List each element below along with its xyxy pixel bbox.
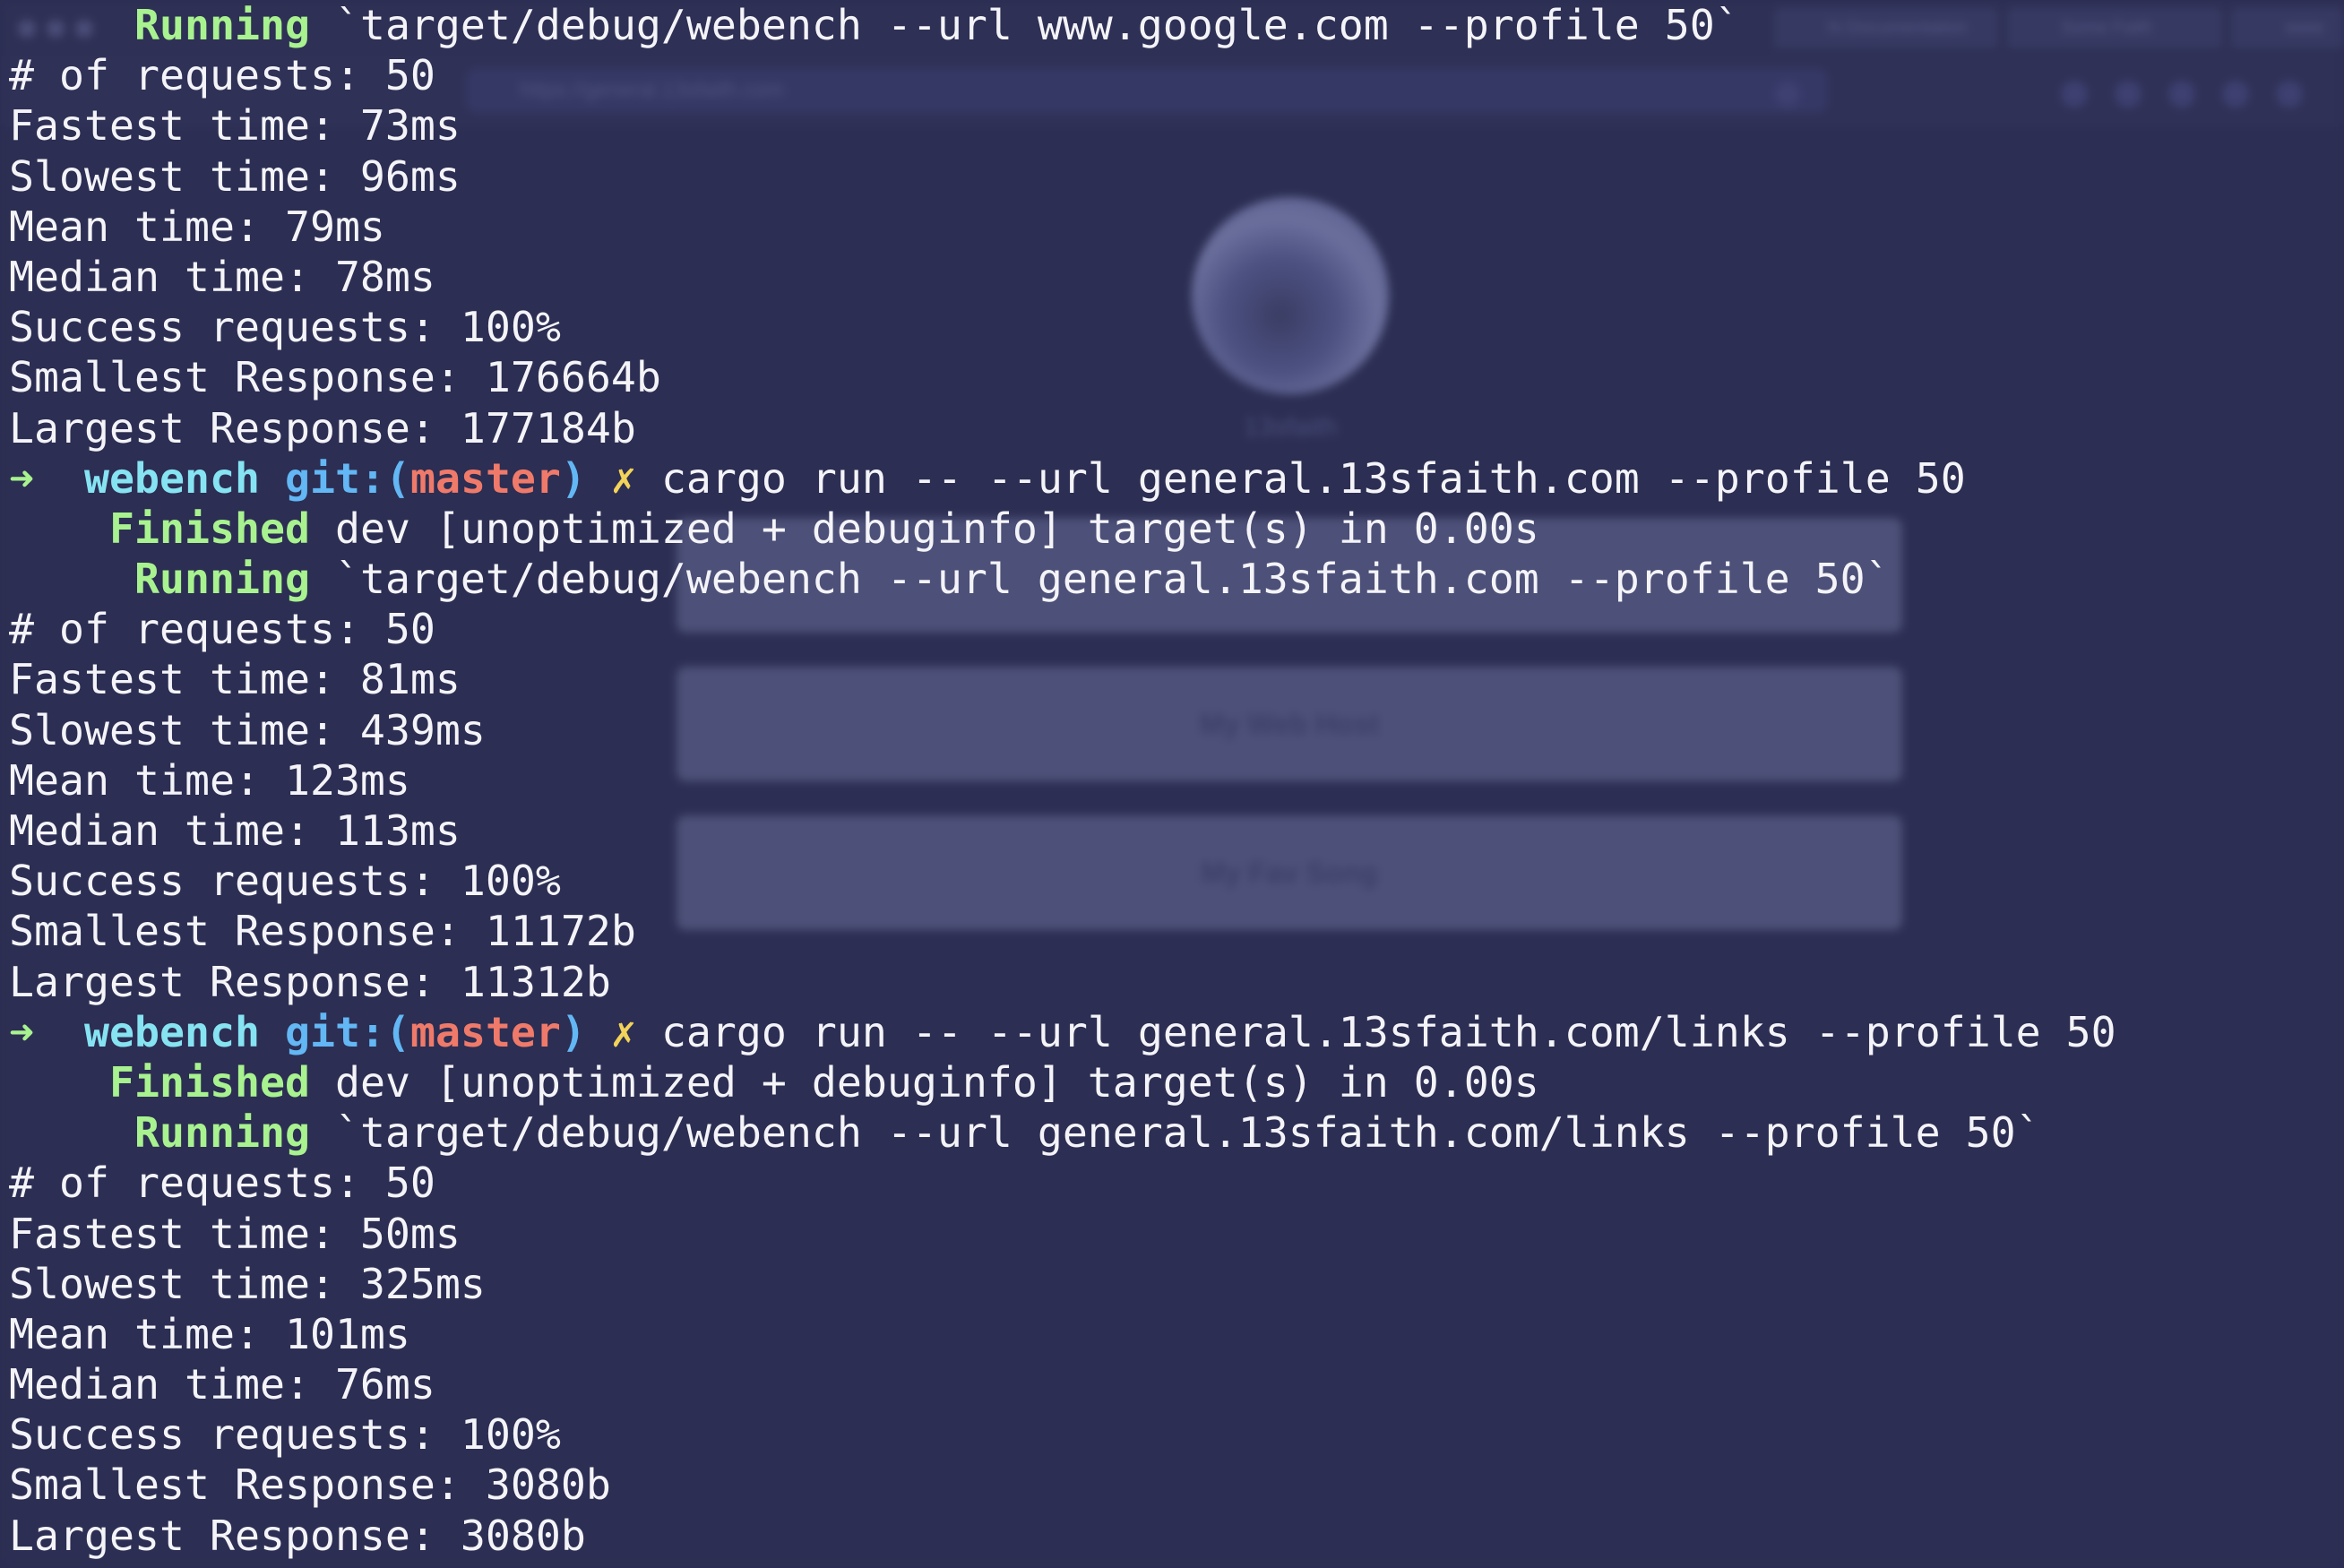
output-text: # of requests: 50 — [9, 51, 435, 100]
output-text: Success requests: 100% — [9, 857, 561, 906]
output-text: Success requests: 100% — [9, 303, 561, 352]
output-line: Fastest time: 73ms — [9, 100, 2116, 151]
prompt-arrow-icon: ➜ — [9, 453, 34, 503]
output-line: Slowest time: 439ms — [9, 705, 2116, 755]
output-line: Success requests: 100% — [9, 1409, 2116, 1460]
output-line: # of requests: 50 — [9, 50, 2116, 100]
output-text: Median time: 113ms — [9, 806, 461, 855]
prompt-command: cargo run -- --url general.13sfaith.com … — [660, 453, 1966, 503]
prompt-directory: webench — [84, 1007, 260, 1056]
cargo-status-line: Finished dev [unoptimized + debuginfo] t… — [9, 504, 2116, 554]
output-text: Fastest time: 73ms — [9, 101, 461, 151]
cargo-status-detail: dev [unoptimized + debuginfo] target(s) … — [309, 1057, 1539, 1107]
output-line: Mean time: 79ms — [9, 202, 2116, 252]
output-text: Median time: 78ms — [9, 252, 435, 301]
output-text: Slowest time: 325ms — [9, 1259, 486, 1308]
output-line: Mean time: 123ms — [9, 755, 2116, 806]
output-text: Slowest time: 439ms — [9, 705, 486, 754]
git-branch: master — [409, 1007, 561, 1056]
output-text: Smallest Response: 11172b — [9, 907, 636, 956]
output-line: Median time: 113ms — [9, 806, 2116, 856]
cargo-status-line: Finished dev [unoptimized + debuginfo] t… — [9, 1057, 2116, 1107]
output-line: Slowest time: 325ms — [9, 1259, 2116, 1309]
cargo-status-line: Running `target/debug/webench --url gene… — [9, 1107, 2116, 1158]
output-line: Slowest time: 96ms — [9, 151, 2116, 202]
output-line: Smallest Response: 11172b — [9, 906, 2116, 956]
output-line: # of requests: 50 — [9, 604, 2116, 654]
terminal-output: Running `target/debug/webench --url www.… — [9, 0, 2116, 1561]
prompt-line: ➜ webench git:(master) ✗ cargo run -- --… — [9, 453, 2116, 504]
cargo-status-line: Running `target/debug/webench --url www.… — [9, 0, 2116, 50]
cargo-status-detail: `target/debug/webench --url www.google.c… — [309, 1, 1740, 49]
cargo-status-detail: `target/debug/webench --url general.13sf… — [309, 555, 1891, 604]
output-line: Success requests: 100% — [9, 856, 2116, 906]
output-line: Smallest Response: 3080b — [9, 1460, 2116, 1510]
output-text: Largest Response: 3080b — [9, 1511, 586, 1560]
output-text: Largest Response: 177184b — [9, 403, 636, 452]
prompt-arrow-icon: ➜ — [9, 1007, 34, 1056]
output-line: Largest Response: 11312b — [9, 957, 2116, 1007]
git-dirty-icon: ✗ — [610, 453, 636, 503]
output-line: # of requests: 50 — [9, 1158, 2116, 1208]
output-text: Mean time: 79ms — [9, 202, 385, 251]
cargo-status: Finished — [108, 504, 310, 553]
output-text: Fastest time: 50ms — [9, 1209, 461, 1258]
prompt-line: ➜ webench git:(master) ✗ cargo run -- --… — [9, 1007, 2116, 1057]
git-label: git:( — [284, 453, 410, 503]
output-text: Mean time: 101ms — [9, 1309, 410, 1358]
prompt-command: cargo run -- --url general.13sfaith.com/… — [660, 1007, 2116, 1056]
output-line: Largest Response: 177184b — [9, 403, 2116, 453]
output-text: Slowest time: 96ms — [9, 151, 461, 201]
output-text: Fastest time: 81ms — [9, 655, 461, 704]
output-text: Success requests: 100% — [9, 1410, 561, 1460]
git-dirty-icon: ✗ — [610, 1007, 636, 1056]
git-branch: master — [409, 453, 561, 503]
cargo-status: Running — [134, 555, 310, 604]
cargo-status-detail: `target/debug/webench --url general.13sf… — [309, 1108, 2041, 1158]
cargo-status: Running — [134, 1, 310, 49]
output-line: Median time: 78ms — [9, 252, 2116, 302]
cargo-status-line: Running `target/debug/webench --url gene… — [9, 554, 2116, 604]
output-line: Fastest time: 50ms — [9, 1209, 2116, 1259]
output-text: Smallest Response: 3080b — [9, 1460, 611, 1510]
output-text: Largest Response: 11312b — [9, 957, 611, 1006]
output-text: Smallest Response: 176664b — [9, 353, 661, 402]
git-label: git:( — [284, 1007, 410, 1056]
output-text: # of requests: 50 — [9, 605, 435, 654]
output-line: Largest Response: 3080b — [9, 1511, 2116, 1561]
output-line: Mean time: 101ms — [9, 1309, 2116, 1359]
output-text: Median time: 76ms — [9, 1360, 435, 1409]
output-text: Mean time: 123ms — [9, 755, 410, 805]
output-line: Smallest Response: 176664b — [9, 352, 2116, 402]
output-line: Success requests: 100% — [9, 302, 2116, 352]
prompt-directory: webench — [84, 453, 260, 503]
output-text: # of requests: 50 — [9, 1159, 435, 1208]
cargo-status: Finished — [108, 1057, 310, 1107]
cargo-status-detail: dev [unoptimized + debuginfo] target(s) … — [309, 504, 1539, 553]
git-label-close: ) — [560, 453, 586, 503]
terminal-window[interactable]: Running `target/debug/webench --url www.… — [0, 0, 2344, 1568]
output-line: Fastest time: 81ms — [9, 654, 2116, 704]
git-label-close: ) — [560, 1007, 586, 1056]
output-line: Median time: 76ms — [9, 1359, 2116, 1409]
cargo-status: Running — [134, 1108, 310, 1158]
